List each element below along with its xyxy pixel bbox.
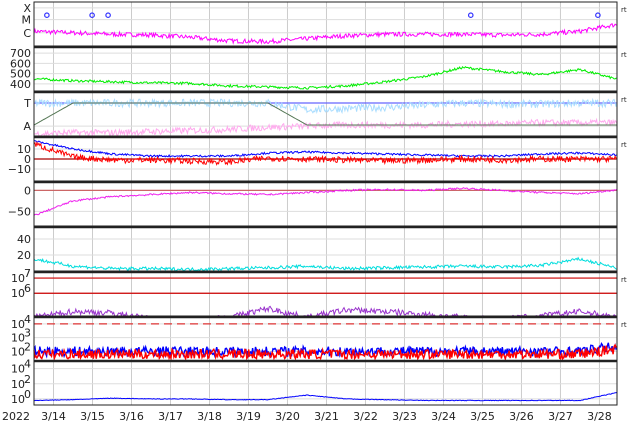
y-tick-exponent: 2 (24, 373, 31, 386)
series-speed (33, 65, 618, 90)
rt-label: rt (621, 96, 627, 104)
rt-label: rt (621, 141, 627, 149)
x-tick-label: 3/21 (314, 410, 339, 423)
y-tick-label: 10 (11, 318, 25, 331)
year-label: 2022 (2, 410, 30, 423)
series-lower (33, 391, 618, 402)
rt-label: rt (621, 51, 627, 59)
x-tick-label: 3/26 (509, 410, 534, 423)
x-tick-label: 3/22 (353, 410, 378, 423)
y-tick-exponent: 0 (24, 388, 31, 401)
x-tick-label: 3/24 (431, 410, 456, 423)
y-tick-exponent: 7 (24, 267, 31, 280)
y-tick-label: 10 (11, 332, 25, 345)
y-tick-label: 10 (11, 287, 25, 300)
series-xray (33, 23, 618, 45)
series-toward (33, 97, 618, 115)
y-tick-label: 10 (11, 393, 25, 406)
y-tick-label: 10 (11, 378, 25, 391)
y-tick-label: 20 (17, 249, 31, 262)
x-tick-label: 3/28 (587, 410, 612, 423)
y-tick-label: 10 (11, 363, 25, 376)
y-tick-label: C (23, 27, 31, 40)
series-electrons (33, 305, 617, 318)
panel-frame (33, 91, 618, 137)
y-tick-label: M (22, 14, 32, 27)
series-away (33, 117, 618, 138)
y-tick-label: 10 (11, 345, 25, 358)
y-tick-label: 40 (17, 233, 31, 246)
x-tick-label: 3/27 (548, 410, 573, 423)
x-tick-label: 3/19 (236, 410, 261, 423)
y-tick-label: 0 (24, 184, 31, 197)
y-tick-label: A (23, 120, 31, 133)
panel-frame (33, 181, 618, 227)
y-tick-exponent: 2 (24, 340, 31, 353)
x-tick-label: 3/18 (197, 410, 222, 423)
rt-label: rt (621, 276, 627, 284)
panel-frame (33, 226, 618, 272)
y-tick-label: −10 (8, 163, 31, 176)
x-tick-label: 3/16 (119, 410, 144, 423)
x-tick-label: 3/25 (470, 410, 495, 423)
series-density (33, 256, 618, 272)
x-tick-label: 3/15 (80, 410, 105, 423)
y-tick-exponent: 4 (24, 358, 31, 371)
rt-label: rt (621, 6, 627, 14)
y-tick-exponent: 6 (24, 282, 31, 295)
rt-label: rt (621, 321, 627, 329)
flare-marker (467, 12, 474, 19)
series-Bz (33, 141, 618, 166)
space-weather-chart: XMCrt700600500400rtTArt100−10rt0−5040201… (2, 1, 627, 423)
x-tick-label: 3/23 (392, 410, 417, 423)
y-tick-label: T (23, 97, 31, 110)
x-tick-label: 3/17 (158, 410, 183, 423)
y-tick-label: 10 (11, 272, 25, 285)
y-tick-exponent: 3 (24, 327, 31, 340)
y-tick-label: −50 (8, 205, 31, 218)
panel-frame (33, 1, 618, 47)
flare-marker (44, 12, 50, 19)
x-tick-label: 3/14 (41, 410, 66, 423)
x-tick-label: 3/20 (275, 410, 300, 423)
y-tick-exponent: 4 (24, 313, 31, 326)
y-tick-label: 400 (10, 78, 31, 91)
flare-marker (105, 12, 111, 19)
